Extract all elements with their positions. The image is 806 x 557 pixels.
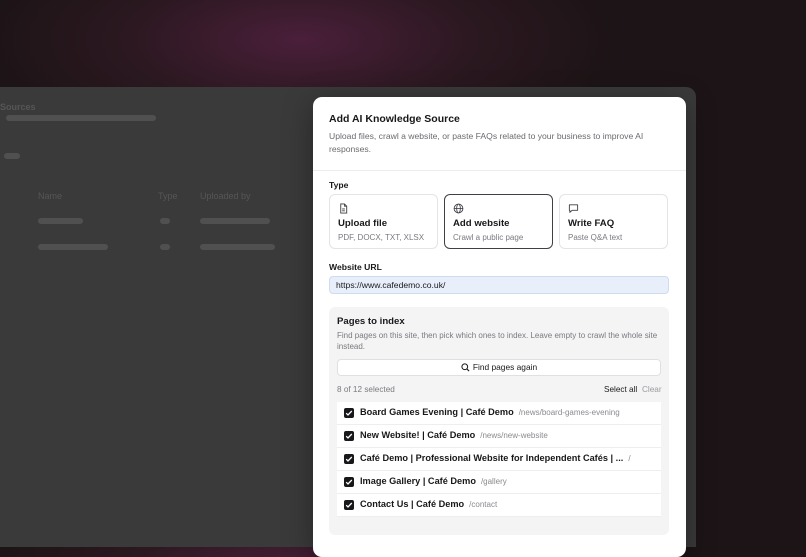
- bg-heading: Sources: [0, 102, 36, 112]
- dialog-title: Add AI Knowledge Source: [329, 113, 460, 125]
- page-path: /gallery: [480, 477, 507, 486]
- type-title: Add website: [453, 218, 510, 229]
- website-url-label: Website URL: [329, 262, 382, 272]
- bg-col-name: Name: [38, 191, 63, 201]
- bg-row: [160, 218, 170, 224]
- page-title: Café Demo | Professional Website for Ind…: [360, 453, 624, 463]
- bg-col-type: Type: [158, 191, 178, 201]
- bg-row: [38, 244, 108, 250]
- pages-title: Pages to index: [337, 316, 405, 327]
- type-upload-file[interactable]: Upload file PDF, DOCX, TXT, XLSX: [329, 194, 438, 249]
- search-icon: [461, 363, 470, 372]
- page-title: Board Games Evening | Café Demo: [360, 407, 514, 417]
- page-path: /contact: [469, 500, 498, 509]
- check-icon: [345, 479, 353, 485]
- check-icon: [345, 456, 353, 462]
- pages-to-index-panel: Pages to index Find pages on this site, …: [329, 307, 669, 535]
- page-title: Image Gallery | Café Demo: [360, 476, 476, 486]
- list-item[interactable]: Café Demo | Professional Website for Ind…: [337, 448, 661, 471]
- check-icon: [345, 433, 353, 439]
- checkbox-checked[interactable]: [344, 431, 354, 441]
- bg-subtitle: [6, 115, 156, 121]
- bg-tab: [4, 153, 20, 159]
- dialog-description: Upload files, crawl a website, or paste …: [329, 131, 644, 154]
- type-subtitle: PDF, DOCX, TXT, XLSX: [338, 233, 425, 242]
- list-item[interactable]: Contact Us | Café Demo/contact: [337, 494, 661, 517]
- divider: [313, 170, 686, 171]
- bg-row: [38, 218, 83, 224]
- checkbox-checked[interactable]: [344, 500, 354, 510]
- file-icon: [340, 203, 348, 214]
- type-label: Type: [329, 180, 349, 190]
- bg-row: [160, 244, 170, 250]
- bg-row: [200, 218, 270, 224]
- page-path: /: [628, 454, 631, 463]
- bg-row: [200, 244, 275, 250]
- page-title: New Website! | Café Demo: [360, 430, 476, 440]
- find-pages-label: Find pages again: [472, 362, 538, 372]
- checkbox-checked[interactable]: [344, 454, 354, 464]
- list-item[interactable]: New Website! | Café Demo/news/new-websit…: [337, 425, 661, 448]
- checkbox-checked[interactable]: [344, 477, 354, 487]
- bg-col-uploaded: Uploaded by: [200, 191, 251, 201]
- checkbox-checked[interactable]: [344, 408, 354, 418]
- clear-button[interactable]: Clear: [642, 385, 662, 394]
- chat-icon: [568, 204, 579, 213]
- globe-icon: [453, 203, 464, 214]
- type-subtitle: Crawl a public page: [453, 233, 524, 242]
- list-item[interactable]: Board Games Evening | Café Demo/news/boa…: [337, 402, 661, 425]
- page-path: /news/new-website: [480, 431, 548, 440]
- type-title: Upload file: [338, 218, 388, 229]
- type-write-faq[interactable]: Write FAQ Paste Q&A text: [559, 194, 668, 249]
- website-url-input[interactable]: [329, 276, 669, 294]
- selected-count: 8 of 12 selected: [337, 385, 395, 394]
- page-title: Contact Us | Café Demo: [360, 499, 465, 509]
- check-icon: [345, 502, 353, 508]
- page-path: /news/board-games-evening: [518, 408, 620, 417]
- list-item[interactable]: Image Gallery | Café Demo/gallery: [337, 471, 661, 494]
- check-icon: [345, 410, 353, 416]
- type-add-website[interactable]: Add website Crawl a public page: [444, 194, 553, 249]
- type-title: Write FAQ: [568, 218, 615, 229]
- pages-description: Find pages on this site, then pick which…: [337, 331, 658, 351]
- type-subtitle: Paste Q&A text: [568, 233, 623, 242]
- select-all-button[interactable]: Select all: [604, 385, 637, 394]
- find-pages-button[interactable]: Find pages again: [337, 359, 661, 376]
- pages-list: Board Games Evening | Café Demo/news/boa…: [337, 402, 661, 517]
- add-knowledge-source-dialog: Add AI Knowledge Source Upload files, cr…: [313, 97, 686, 557]
